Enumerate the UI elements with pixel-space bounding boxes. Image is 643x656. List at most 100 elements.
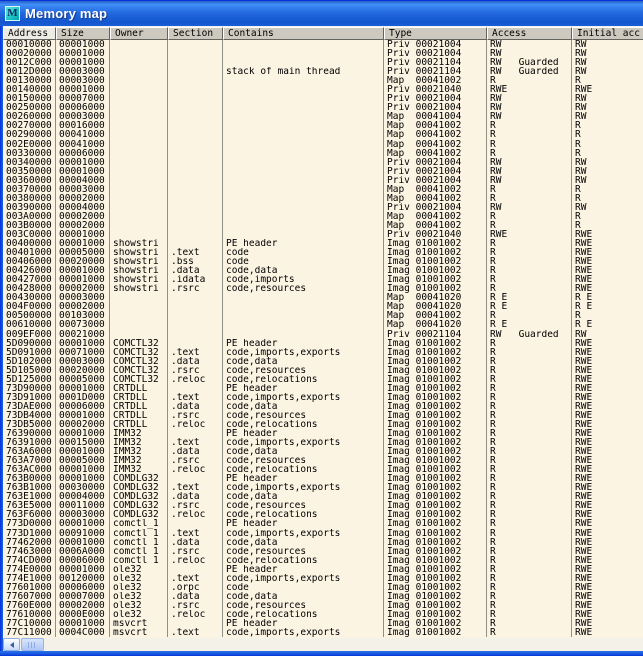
table-row[interactable]: 774630000006A000comctl_1.rsrccode,resour… — [3, 547, 643, 556]
table-row[interactable]: 5D10200000003000COMCTL32.datacode,dataIm… — [3, 357, 643, 366]
table-row[interactable]: 0050000000103000Map 00041002RR — [3, 311, 643, 320]
table-row[interactable]: 73D910000001D000CRTDLL.textcode,imports,… — [3, 393, 643, 402]
cell-contains: code,imports,exports — [223, 348, 384, 357]
table-row[interactable]: 003B000000002000Map 00041002RR — [3, 221, 643, 230]
horizontal-scrollbar[interactable] — [3, 638, 643, 651]
table-row[interactable]: 774E100000120000ole32.textcode,imports,e… — [3, 574, 643, 583]
title-bar[interactable]: M Memory map — [0, 0, 643, 26]
table-row[interactable]: 0035000000001000Priv 00021004RWRW — [3, 167, 643, 176]
table-row[interactable]: 763A700000005000IMM32.rsrccode,resources… — [3, 456, 643, 465]
table-row[interactable]: 5D12500000005000COMCTL32.reloccode,reloc… — [3, 375, 643, 384]
table-row[interactable]: 0002000000001000Priv 00021004RWRW — [3, 49, 643, 58]
table-row[interactable]: 73D9000000001000CRTDLLPE headerImag 0100… — [3, 384, 643, 393]
cell-access: RW — [487, 94, 572, 103]
table-row[interactable]: 0027000000016000Map 00041002RR — [3, 121, 643, 130]
cell-owner — [110, 158, 168, 167]
cell-access: RW — [487, 49, 572, 58]
table-row[interactable]: 73DAE00000006000CRTDLL.datacode,dataImag… — [3, 402, 643, 411]
table-row[interactable]: 0014000000001000Priv 00021040RWERWE — [3, 85, 643, 94]
table-row[interactable]: 003C000000001000Priv 00021040RWERWE — [3, 230, 643, 239]
table-row[interactable]: 0061000000073000Map 00041020R ER E — [3, 320, 643, 329]
table-row[interactable]: 776100000000E000ole32.reloccode,relocati… — [3, 610, 643, 619]
column-header-initial-access[interactable]: Initial acc — [572, 27, 643, 40]
table-row[interactable]: 774CD00000006000comctl_1.reloccode,reloc… — [3, 556, 643, 565]
cell-owner — [110, 112, 168, 121]
table-row[interactable]: 763A600000001000IMM32.datacode,dataImag … — [3, 447, 643, 456]
cell-contains: code,data — [223, 266, 384, 275]
cell-type: Imag 01001002 — [384, 239, 487, 248]
table-row[interactable]: 0012C00000001000Priv 00021104RW GuardedR… — [3, 58, 643, 67]
table-row[interactable]: 0040100000005000showstri.textcodeImag 01… — [3, 248, 643, 257]
table-row[interactable]: 0042800000002000showstri.rsrccode,resour… — [3, 284, 643, 293]
table-row[interactable]: 002E000000041000Map 00041002RR — [3, 140, 643, 149]
table-row[interactable]: 0001000000001000Priv 00021004RWRW — [3, 40, 643, 49]
table-row[interactable]: 7760700000007000ole32.datacode,dataImag … — [3, 592, 643, 601]
table-row[interactable]: 7760100000006000ole32.orpccodeImag 01001… — [3, 583, 643, 592]
cell-contains: code,resources — [223, 366, 384, 375]
column-header-contains[interactable]: Contains — [223, 27, 384, 40]
table-row[interactable]: 73DB500000002000CRTDLL.reloccode,relocat… — [3, 420, 643, 429]
table-row[interactable]: 73DB400000001000CRTDLL.rsrccode,resource… — [3, 411, 643, 420]
table-row[interactable]: 763F600000003000COMDLG32.reloccode,reloc… — [3, 510, 643, 519]
column-header-address[interactable]: Address — [3, 27, 56, 40]
cell-section — [168, 121, 223, 130]
table-row[interactable]: 0040600000020000showstri.bsscodeImag 010… — [3, 257, 643, 266]
app-icon[interactable]: M — [5, 6, 20, 21]
table-row[interactable]: 7639100000015000IMM32.textcode,imports,e… — [3, 438, 643, 447]
cell-access: R — [487, 257, 572, 266]
cell-size: 00002000 — [56, 601, 110, 610]
cell-section — [168, 565, 223, 574]
hscrollbar-thumb[interactable] — [21, 638, 44, 651]
table-row[interactable]: 5D10500000020000COMCTL32.rsrccode,resour… — [3, 366, 643, 375]
table-row[interactable]: 0034000000001000Priv 00021004RWRW — [3, 158, 643, 167]
table-row[interactable]: 5D09000000001000COMCTL32PE headerImag 01… — [3, 339, 643, 348]
cell-owner — [110, 94, 168, 103]
table-row[interactable]: 763B100000030000COMDLG32.textcode,import… — [3, 483, 643, 492]
table-row[interactable]: 004F000000002000Map 00041020R ER E — [3, 302, 643, 311]
table-row[interactable]: 763E100000004000COMDLG32.datacode,dataIm… — [3, 492, 643, 501]
table-row[interactable]: 773D100000091000comctl_1.textcode,import… — [3, 529, 643, 538]
table-row[interactable]: 003A000000002000Map 00041002RR — [3, 212, 643, 221]
table-row[interactable]: 5D09100000071000COMCTL32.textcode,import… — [3, 348, 643, 357]
table-row[interactable]: 0013000000003000Map 00041002RR — [3, 76, 643, 85]
cell-contains — [223, 302, 384, 311]
cell-contains: PE header — [223, 519, 384, 528]
column-header-type[interactable]: Type — [384, 27, 487, 40]
cell-contains: code,data — [223, 538, 384, 547]
table-row[interactable]: 0026000000003000Map 00041004RWRW — [3, 112, 643, 121]
table-row[interactable]: 0037000000003000Map 00041002RR — [3, 185, 643, 194]
table-row[interactable]: 77C1000000001000msvcrtPE headerImag 0100… — [3, 619, 643, 628]
cell-contains: code,relocations — [223, 420, 384, 429]
column-header-size[interactable]: Size — [56, 27, 110, 40]
table-row[interactable]: 0036000000004000Priv 00021004RWRW — [3, 176, 643, 185]
table-row[interactable]: 0040000000001000showstriPE headerImag 01… — [3, 239, 643, 248]
scroll-left-button[interactable] — [3, 638, 20, 651]
table-row[interactable]: 0043000000003000Map 00041020R ER E — [3, 293, 643, 302]
table-row[interactable]: 0038000000002000Map 00041002RR — [3, 194, 643, 203]
table-row[interactable]: 7746200000001000comctl_1.datacode,dataIm… — [3, 538, 643, 547]
table-row[interactable]: 774E000000001000ole32PE headerImag 01001… — [3, 565, 643, 574]
cell-contains: code,data — [223, 492, 384, 501]
column-header-owner[interactable]: Owner — [110, 27, 168, 40]
table-row[interactable]: 77C110000004C000msvcrt.textcode,imports,… — [3, 628, 643, 637]
table-row[interactable]: 0015000000007000Priv 00021004RWRW — [3, 94, 643, 103]
table-row[interactable]: 0042700000001000showstri.idatacode,impor… — [3, 275, 643, 284]
cell-section: .data — [168, 402, 223, 411]
table-row[interactable]: 0029000000041000Map 00041002RR — [3, 130, 643, 139]
column-header-section[interactable]: Section — [168, 27, 223, 40]
column-header-access[interactable]: Access — [487, 27, 572, 40]
table-row[interactable]: 009EF00000021000Priv 00021104RW GuardedR… — [3, 330, 643, 339]
table-row[interactable]: 0039000000004000Priv 00021004RWRW — [3, 203, 643, 212]
table-row[interactable]: 0025000000006000Priv 00021004RWRW — [3, 103, 643, 112]
table-row[interactable]: 0042600000001000showstri.datacode,dataIm… — [3, 266, 643, 275]
table-row[interactable]: 763E500000011000COMDLG32.rsrccode,resour… — [3, 501, 643, 510]
table-row[interactable]: 763B000000001000COMDLG32PE headerImag 01… — [3, 474, 643, 483]
table-row[interactable]: 773D000000001000comctl_1PE headerImag 01… — [3, 519, 643, 528]
cell-address: 77610000 — [3, 610, 56, 619]
table-row[interactable]: 7639000000001000IMM32PE headerImag 01001… — [3, 429, 643, 438]
table-row[interactable]: 763AC00000001000IMM32.reloccode,relocati… — [3, 465, 643, 474]
table-row[interactable]: 7760E00000002000ole32.rsrccode,resources… — [3, 601, 643, 610]
cell-address: 00428000 — [3, 284, 56, 293]
table-row[interactable]: 0033000000006000Map 00041002RR — [3, 149, 643, 158]
table-row[interactable]: 0012D00000003000stack of main threadPriv… — [3, 67, 643, 76]
